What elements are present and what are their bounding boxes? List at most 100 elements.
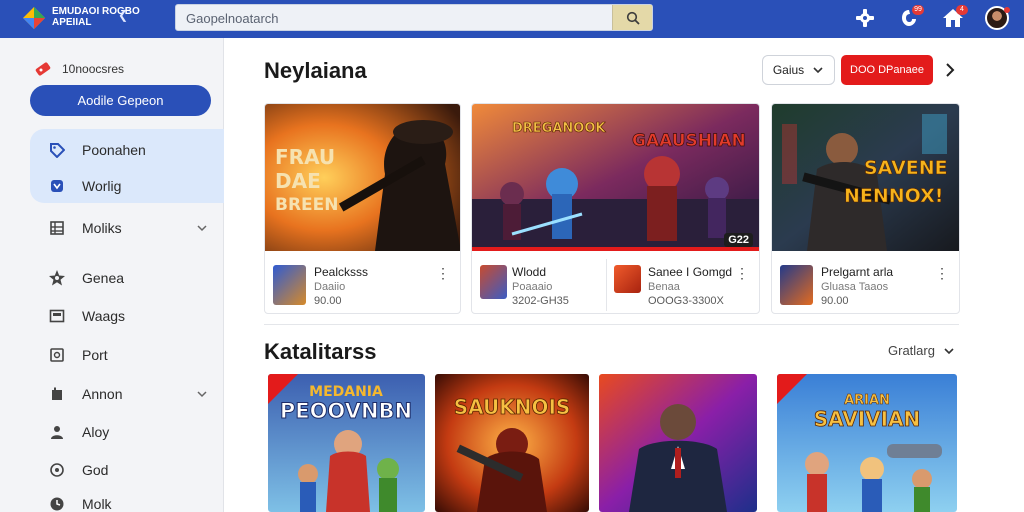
filter-label: Gaius (772, 63, 805, 77)
star-icon (48, 269, 66, 287)
game-card-image[interactable]: SAVENE NENNOX! (772, 104, 959, 251)
game-title: Wlodd (512, 265, 547, 279)
sidebar-item-label: God (82, 462, 109, 478)
game-tile[interactable]: ARIAN SAVIVIAN (777, 374, 957, 512)
card-art-text: GAAUSHIAN (632, 131, 746, 151)
game-title: Prelgarnt arla (821, 265, 894, 279)
chevron-down-icon (813, 67, 823, 74)
sidebar-item-label: Annon (82, 386, 123, 402)
top-bar: EMUDAOI ROGBO APEIIAL ❮ Gaopelnoatarch 9 (0, 0, 1024, 38)
sidebar-item-god[interactable]: God (48, 458, 218, 482)
notifications-button[interactable]: 99 (894, 3, 924, 33)
clock-icon (48, 495, 66, 512)
game-card-info: Pealcksss Daaiio 90.00 ⋮ (265, 251, 460, 313)
search-icon (626, 11, 640, 25)
sidebar-cta-button[interactable]: Aodile Gepeon (30, 85, 211, 116)
tile-art-subtitle: MEDANIA (309, 384, 383, 400)
chevron-down-icon[interactable] (196, 221, 208, 237)
game-price: OOOG3-3300X (648, 295, 724, 307)
chevron-left-icon[interactable]: ❮ (118, 8, 128, 22)
sidebar-item-label: Worlig (82, 178, 122, 194)
card-art-text: SAVENE (864, 157, 948, 179)
tile-art-title: SAVIVIAN (814, 407, 921, 431)
game-price: 90.00 (821, 295, 849, 307)
more-options-icon[interactable]: ⋮ (436, 265, 450, 282)
game-tile[interactable] (599, 374, 757, 512)
carousel-next-button[interactable] (940, 60, 960, 80)
sort-label: Gratlarg (888, 343, 935, 358)
home-badge: 4 (956, 5, 968, 15)
header-actions: 99 4 (850, 3, 1012, 33)
game-thumbnail (780, 265, 813, 305)
game-title: Sanee I Gomgd (648, 265, 733, 279)
game-card-info: Prelgarnt arla Gluasa Taaos 90.00 ⋮ (772, 251, 959, 313)
more-options-icon[interactable]: ⋮ (935, 265, 949, 282)
sidebar-item-poonahen[interactable]: Poonahen (48, 138, 218, 162)
genre-filter-dropdown[interactable]: Gaius (762, 55, 835, 85)
chevron-down-icon (944, 347, 954, 354)
game-price: 90.00 (314, 295, 342, 307)
game-badge: G22 (724, 233, 753, 247)
game-card[interactable]: DREGANOOK GAAUSHIAN G22 Wlodd Poaaaio 32… (471, 103, 760, 314)
app-logo-icon[interactable] (22, 6, 46, 30)
sidebar-item-molk[interactable]: Molk (48, 492, 218, 512)
more-options-icon[interactable]: ⋮ (735, 265, 749, 282)
profile-button[interactable] (982, 3, 1012, 33)
sidebar-item-annon[interactable]: Annon (48, 382, 218, 406)
card-art-text: DAE (275, 169, 321, 193)
sort-dropdown[interactable]: Gratlarg (888, 343, 955, 358)
game-card[interactable]: SAVENE NENNOX! Prelgarnt arla Gluasa Taa… (771, 103, 960, 314)
sidebar-item-label: Aloy (82, 424, 110, 440)
sidebar-item-worlig[interactable]: Worlig (48, 174, 218, 198)
sidebar: 10noocsres Aodile Gepeon Poonahen Worlig… (0, 38, 224, 512)
sidebar-item-label: Moliks (82, 220, 122, 236)
card-art-text: BREEN (275, 195, 339, 215)
inbox-icon (48, 307, 66, 325)
message-icon (48, 346, 66, 364)
game-card[interactable]: FRAU DAE BREEN Pealcksss Daaiio 90.00 ⋮ (264, 103, 461, 314)
tag-icon (48, 141, 66, 159)
section-title-catalog: Katalitarss (264, 339, 377, 364)
game-thumbnail (480, 265, 507, 299)
game-tile[interactable]: MEDANIA PEOOVNBN (268, 374, 425, 512)
game-card-info: Wlodd Poaaaio 3202-GH35 Sanee I Gomgd Be… (472, 251, 759, 313)
sidebar-item-port[interactable]: Port (48, 343, 218, 367)
game-tile[interactable]: SAUKNOIS (435, 374, 589, 512)
chevron-right-icon (946, 63, 955, 77)
profile-badge (1004, 7, 1010, 13)
chevron-down-icon[interactable] (196, 387, 208, 403)
primary-action-button[interactable]: DOO DPanaee (841, 55, 933, 85)
bookmark-icon (48, 177, 66, 195)
card-divider (606, 259, 607, 311)
sidebar-promo[interactable]: 10noocsres (34, 60, 124, 78)
section-divider (264, 324, 959, 325)
card-art-text: DREGANOOK (512, 121, 606, 136)
sidebar-item-label: Waags (82, 308, 126, 324)
sidebar-item-label: Port (82, 347, 108, 363)
ticket-icon (35, 62, 51, 76)
grid-icon (48, 219, 66, 237)
search-input[interactable]: Gaopelnoatarch (186, 11, 279, 26)
notification-badge: 99 (912, 5, 924, 15)
sidebar-item-label: Genea (82, 270, 125, 286)
search-bar[interactable]: Gaopelnoatarch (175, 4, 653, 31)
globe-icon (48, 461, 66, 479)
gamepad-icon (856, 9, 874, 27)
sidebar-item-label: Poonahen (82, 142, 146, 158)
game-thumbnail (614, 265, 641, 293)
section-title-featured: Neylaiana (264, 58, 367, 83)
game-developer: Daaiio (314, 281, 346, 293)
card-art-text: FRAU (275, 145, 335, 169)
sidebar-item-waags[interactable]: Waags (48, 304, 218, 328)
home-button[interactable]: 4 (938, 3, 968, 33)
search-button[interactable] (612, 5, 652, 30)
sidebar-item-genea[interactable]: Genea (48, 266, 218, 290)
game-developer: Benaa (648, 281, 680, 293)
game-developer: Gluasa Taaos (821, 281, 889, 293)
game-card-image[interactable]: DREGANOOK GAAUSHIAN G22 (472, 104, 759, 251)
gamepad-button[interactable] (850, 3, 880, 33)
sidebar-item-aloy[interactable]: Aloy (48, 420, 218, 444)
sidebar-item-moliks[interactable]: Moliks (48, 216, 218, 240)
game-card-image[interactable]: FRAU DAE BREEN (265, 104, 460, 251)
file-icon (48, 385, 66, 403)
